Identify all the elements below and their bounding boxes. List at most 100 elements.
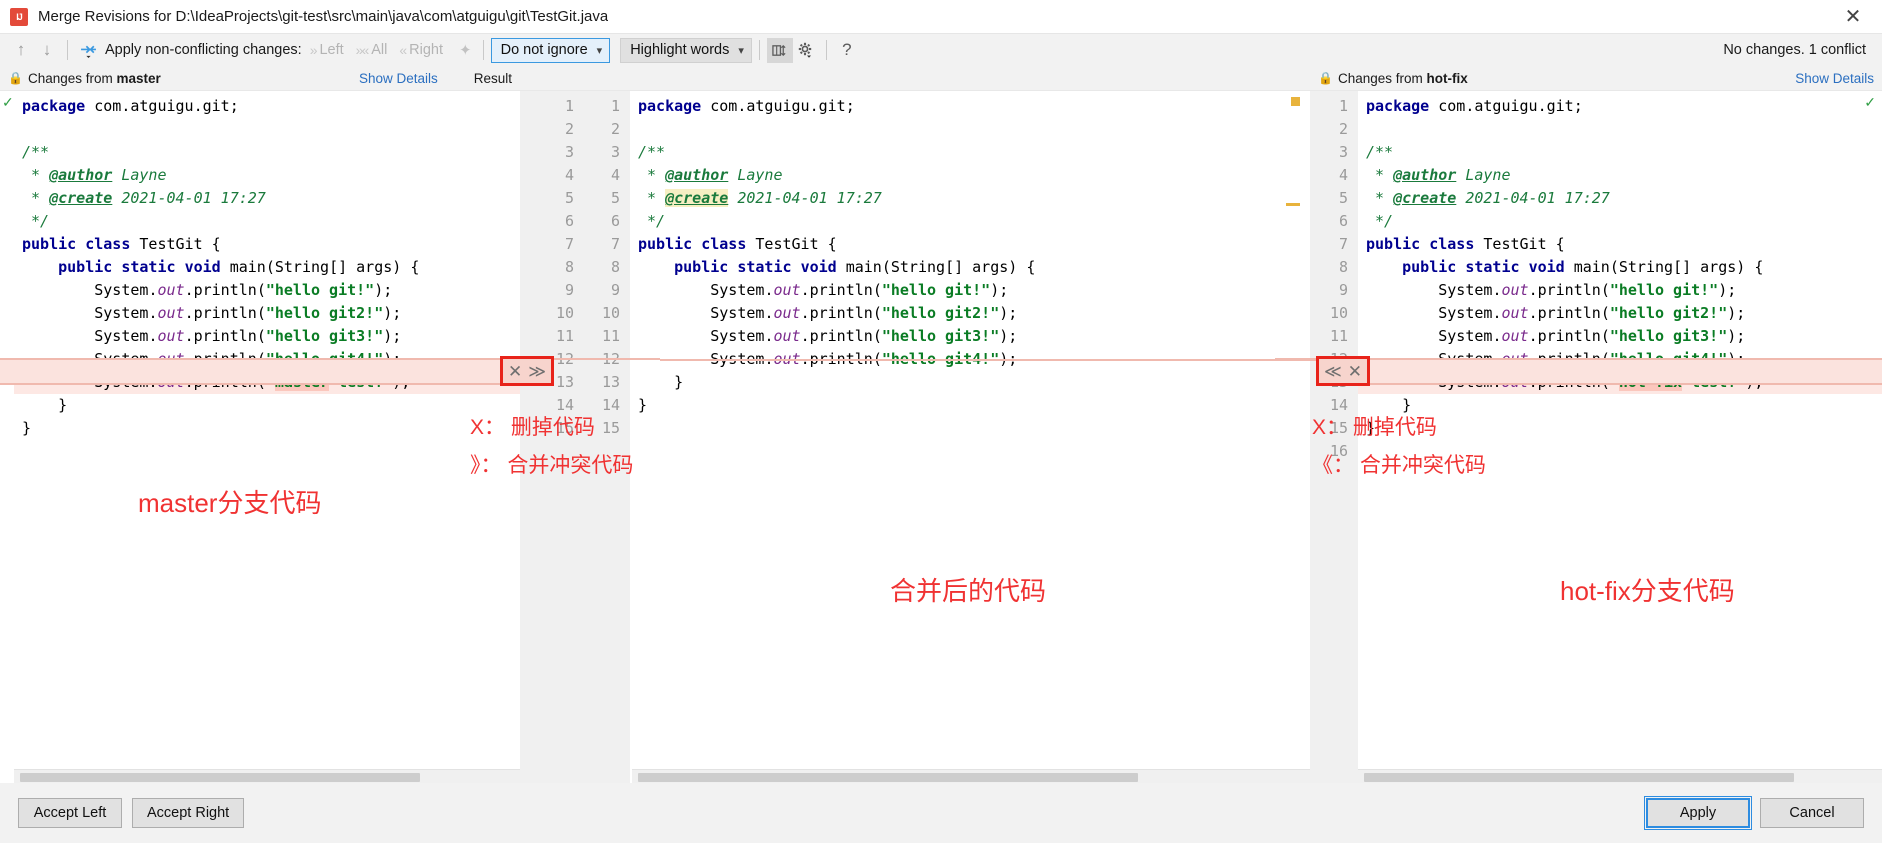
conflict-edge-middle-top — [660, 359, 1330, 361]
intellij-idea-icon — [10, 7, 28, 26]
code-line[interactable]: System.out.println("hello git3!"); — [630, 325, 1310, 348]
code-line[interactable] — [14, 118, 520, 141]
result-editor-pane[interactable]: 1 1 2 2 3 3 4 4 5 5 6 6 7 7 8 8 9 9 10 10 11 11 12 12 13 13 14 14 15… — [520, 91, 1310, 783]
right-delete-change-icon[interactable]: ✕ — [1348, 363, 1362, 380]
accept-left-button[interactable]: Accept Left — [18, 798, 122, 828]
apply-left-button[interactable]: » Left — [310, 42, 344, 58]
code-line[interactable]: } — [630, 371, 1310, 394]
code-line[interactable]: */ — [1358, 210, 1882, 233]
code-line[interactable]: System.out.println("hello git3!"); — [1358, 325, 1882, 348]
left-scroll-thumb[interactable] — [20, 773, 420, 782]
code-line[interactable]: System.out.println("hello git2!"); — [630, 302, 1310, 325]
collapse-unchanged-icon[interactable] — [766, 37, 793, 63]
line-number-left: 8 — [564, 258, 574, 276]
code-line[interactable]: public class TestGit { — [14, 233, 520, 256]
right-show-details-link[interactable]: Show Details — [1795, 71, 1874, 86]
center-delete-key: X： — [470, 416, 506, 439]
line-number-row: 10 10 — [520, 302, 630, 325]
code-line[interactable]: package com.atguigu.git; — [630, 95, 1310, 118]
left-code-content[interactable]: package com.atguigu.git; /** * @author L… — [14, 91, 520, 783]
settings-gear-icon[interactable] — [793, 38, 819, 63]
result-scroll-thumb[interactable] — [638, 773, 1138, 782]
left-show-details-link[interactable]: Show Details — [359, 71, 438, 86]
left-delete-change-icon[interactable]: ✕ — [508, 363, 522, 380]
code-line[interactable]: * @create 2021-04-01 17:27 — [1358, 187, 1882, 210]
code-line[interactable]: public class TestGit { — [1358, 233, 1882, 256]
code-line[interactable]: public static void main(String[] args) { — [630, 256, 1310, 279]
right-scroll-thumb[interactable] — [1364, 773, 1794, 782]
code-line[interactable]: */ — [630, 210, 1310, 233]
code-line[interactable]: * @author Layne — [1358, 164, 1882, 187]
right-apply-change-icon[interactable]: ≪ — [1324, 363, 1342, 380]
code-line[interactable]: * @author Layne — [630, 164, 1310, 187]
result-code-content[interactable]: package com.atguigu.git; /** * @author L… — [630, 91, 1310, 783]
code-line[interactable]: /** — [630, 141, 1310, 164]
center-delete-annotation: X： 删掉代码 — [470, 411, 595, 441]
code-line[interactable]: package com.atguigu.git; — [1358, 95, 1882, 118]
left-conflict-action-buttons[interactable]: ✕ ≫ — [500, 356, 555, 386]
code-line[interactable]: System.out.println("hello git!"); — [14, 279, 520, 302]
line-number-row: 10 — [1329, 304, 1348, 322]
ignore-policy-dropdown[interactable]: Do not ignore ▾ — [490, 37, 611, 63]
line-number-right: 7 — [610, 235, 620, 253]
right-merge-key: 《： — [1312, 454, 1354, 477]
code-line[interactable] — [630, 118, 1310, 141]
highlight-policy-dropdown[interactable]: Highlight words ▾ — [620, 37, 752, 63]
left-pane-header: 🔒 Changes from master Show Details Resul… — [0, 66, 520, 90]
code-line[interactable]: } — [630, 394, 1310, 417]
code-line[interactable]: System.out.println("hello git2!"); — [14, 302, 520, 325]
chevron-left-double-icon: « — [399, 42, 407, 58]
right-horizontal-scrollbar[interactable] — [1358, 769, 1882, 783]
apply-all-non-conflicting-icon[interactable] — [75, 37, 101, 63]
apply-right-button[interactable]: « Right — [399, 42, 443, 58]
code-line[interactable]: public class TestGit { — [630, 233, 1310, 256]
code-line[interactable]: /** — [1358, 141, 1882, 164]
code-line[interactable]: System.out.println("hello git2!"); — [1358, 302, 1882, 325]
cancel-button[interactable]: Cancel — [1760, 798, 1864, 828]
line-number-row: 88 — [520, 256, 630, 279]
apply-all-button[interactable]: »« All — [356, 42, 388, 58]
toolbar-divider-2 — [482, 40, 484, 60]
code-line[interactable]: * @create 2021-04-01 17:27 — [630, 187, 1310, 210]
apply-button[interactable]: Apply — [1644, 796, 1752, 830]
code-line[interactable]: package com.atguigu.git; — [14, 95, 520, 118]
left-change-gutter[interactable]: ✓ — [0, 91, 14, 783]
code-line[interactable]: /** — [14, 141, 520, 164]
result-horizontal-scrollbar[interactable] — [632, 769, 1310, 783]
code-line[interactable]: * @create 2021-04-01 17:27 — [14, 187, 520, 210]
next-difference-icon[interactable]: ↓ — [34, 37, 60, 63]
center-delete-text: 删掉代码 — [510, 416, 595, 439]
line-number-left: 7 — [564, 235, 574, 253]
left-editor-pane[interactable]: ✓ package com.atguigu.git; /** * @author… — [0, 91, 520, 783]
code-line[interactable]: System.out.println("hello git!"); — [1358, 279, 1882, 302]
gear-icon — [798, 42, 812, 58]
accept-right-button[interactable]: Accept Right — [132, 798, 245, 828]
help-icon[interactable]: ? — [834, 38, 860, 63]
code-line[interactable] — [1358, 118, 1882, 141]
left-branch-name: master — [116, 70, 161, 86]
result-conflict-marker-top — [1291, 97, 1300, 106]
right-branch-name: hot-fix — [1426, 70, 1468, 86]
line-number-left: 2 — [564, 120, 574, 138]
code-line[interactable]: } — [14, 394, 520, 417]
line-number-left: 6 — [564, 212, 574, 230]
line-number-row: 2 — [1338, 120, 1348, 138]
code-line[interactable] — [630, 417, 1310, 440]
code-line[interactable]: System.out.println("hello git!"); — [630, 279, 1310, 302]
code-line[interactable]: public static void main(String[] args) { — [14, 256, 520, 279]
line-number-row: 66 — [520, 210, 630, 233]
code-line[interactable]: public static void main(String[] args) { — [1358, 256, 1882, 279]
code-line[interactable]: System.out.println("hello git3!"); — [14, 325, 520, 348]
conflict-band-left — [0, 359, 520, 383]
code-line[interactable]: * @author Layne — [14, 164, 520, 187]
right-conflict-action-buttons[interactable]: ≪ ✕ — [1316, 356, 1371, 386]
apply-right-label: Right — [409, 42, 444, 58]
code-line[interactable]: } — [14, 417, 520, 440]
magic-wand-icon[interactable]: ✦ — [459, 41, 472, 59]
left-apply-change-icon[interactable]: ≫ — [528, 363, 546, 380]
code-line[interactable]: */ — [14, 210, 520, 233]
close-icon[interactable]: ✕ — [1830, 1, 1876, 33]
left-ok-check-icon: ✓ — [2, 94, 14, 110]
left-horizontal-scrollbar[interactable] — [14, 769, 520, 783]
previous-difference-icon[interactable]: ↑ — [8, 37, 34, 63]
